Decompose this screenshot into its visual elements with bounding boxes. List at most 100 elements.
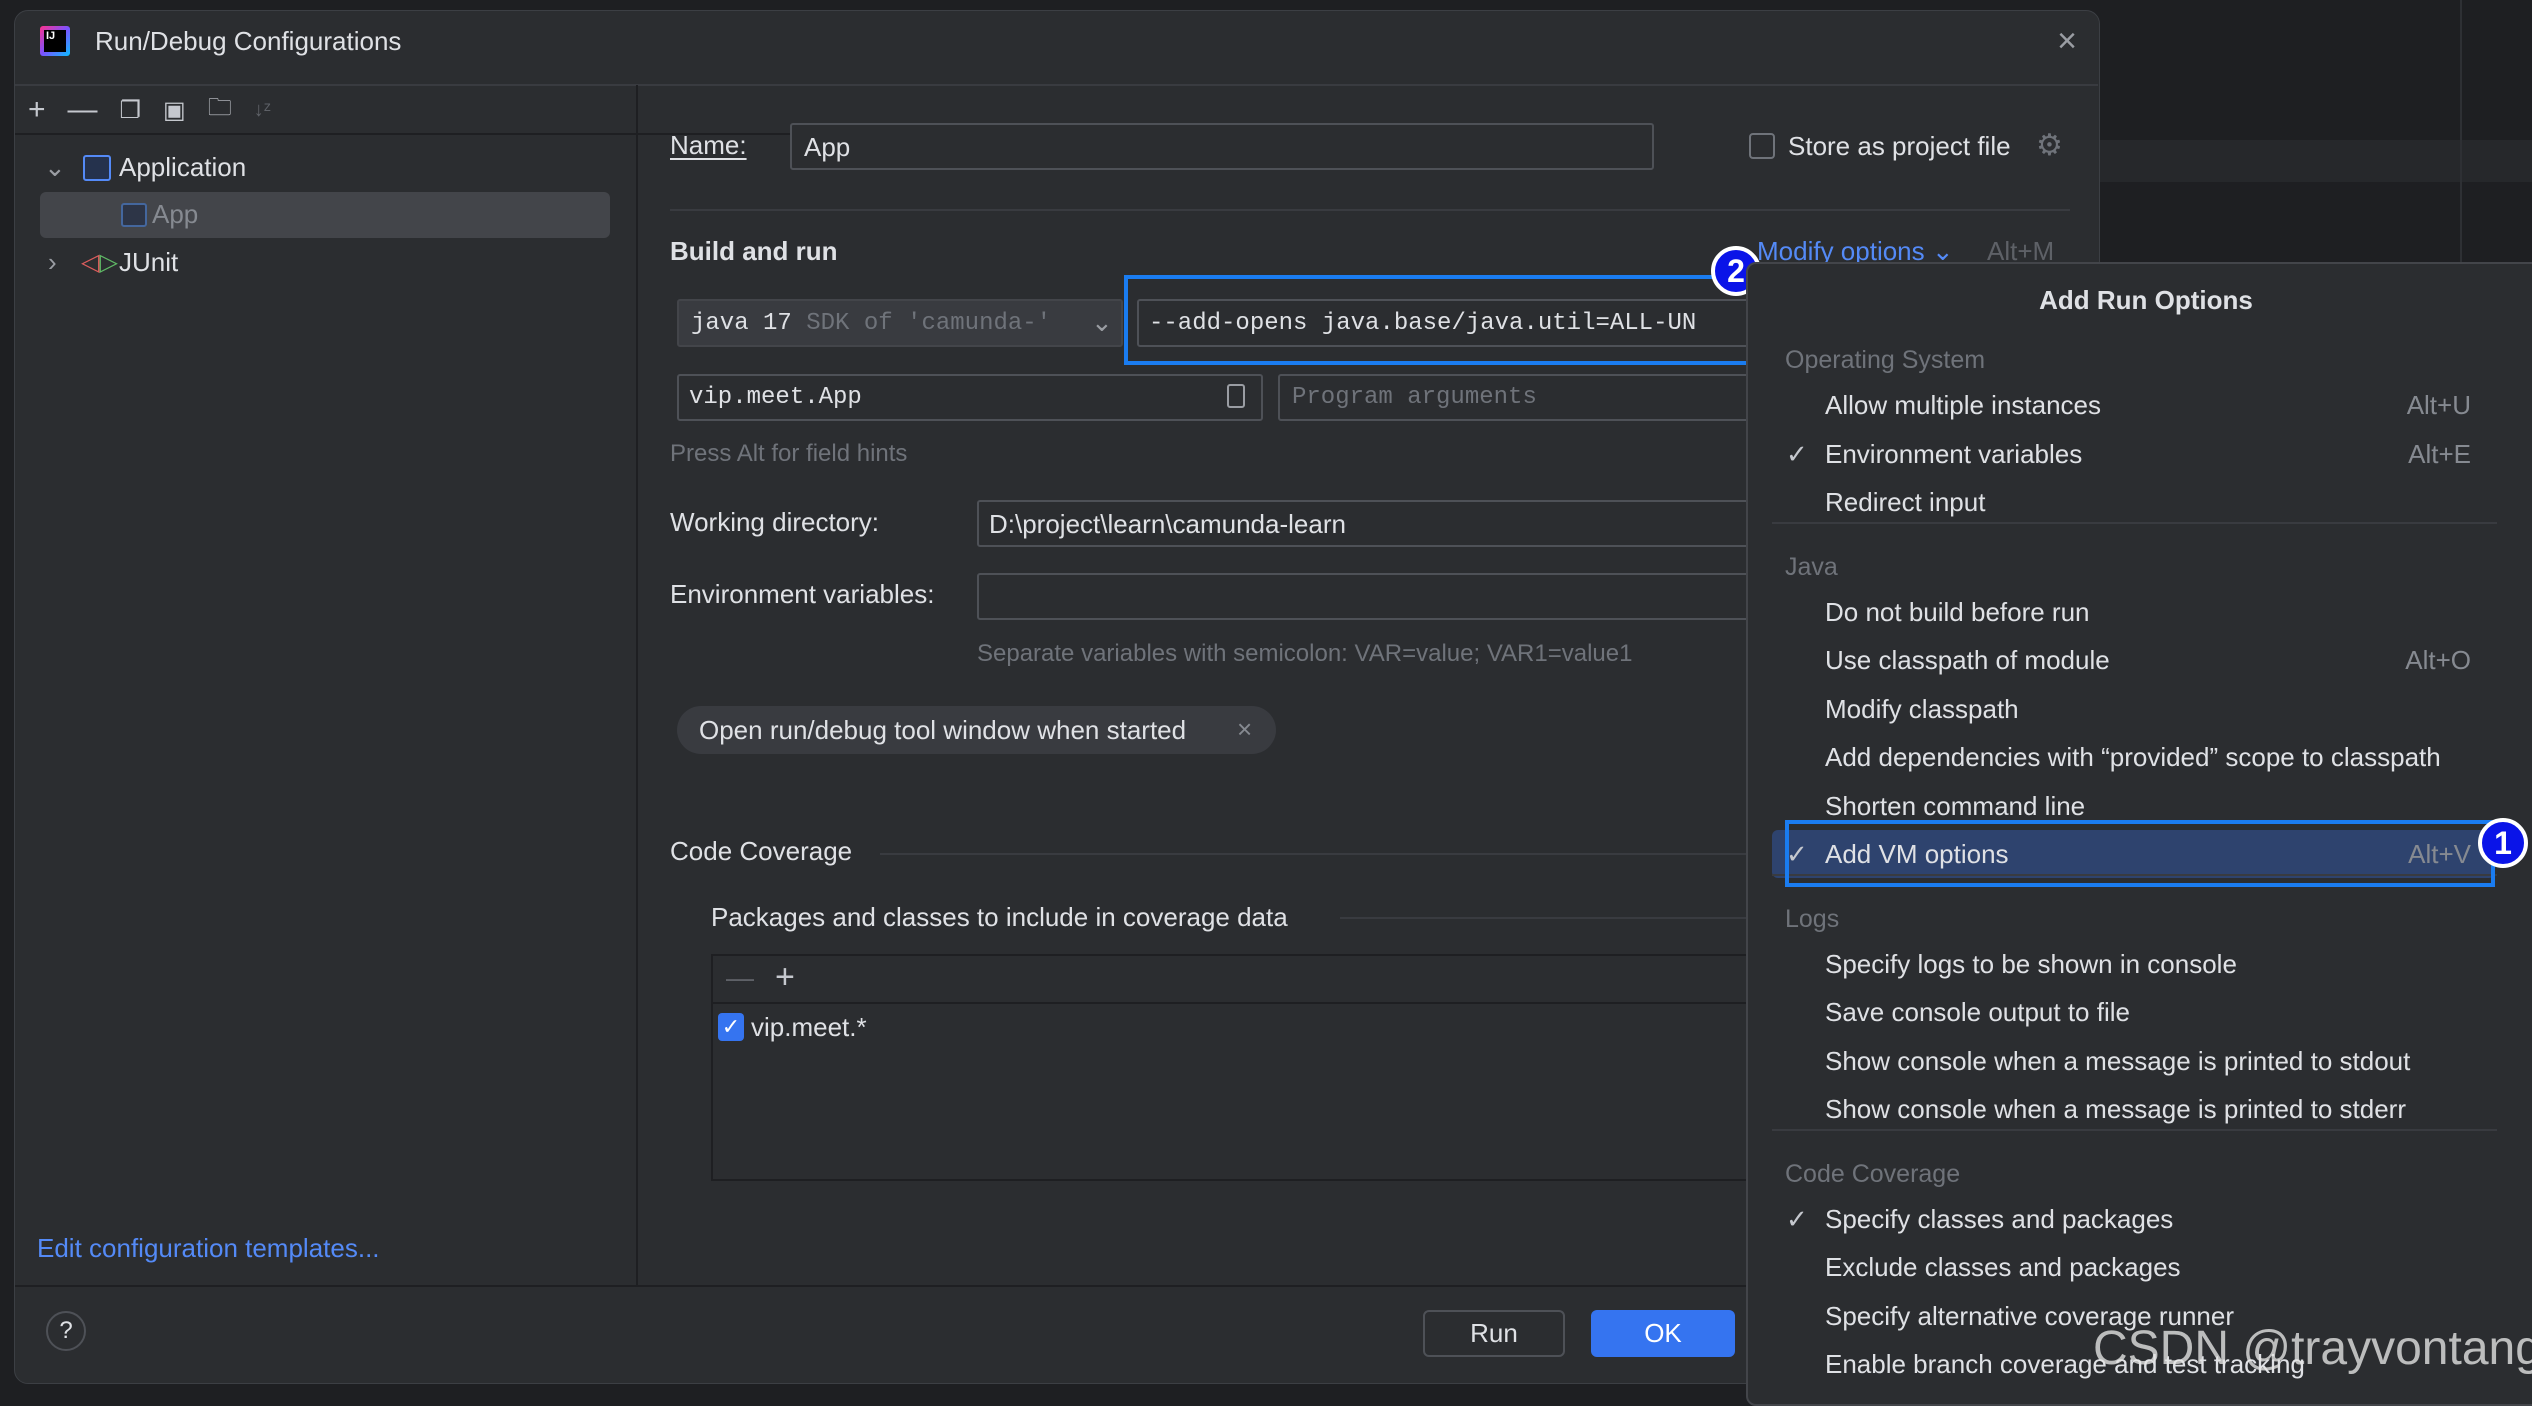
name-label: Name:	[670, 130, 747, 160]
help-button[interactable]: ?	[46, 1311, 86, 1351]
chevron-down-icon[interactable]: ⌄	[44, 152, 66, 182]
annotation-box-2	[1124, 275, 1758, 365]
menu-item[interactable]: Show console when a message is printed t…	[1772, 1037, 2495, 1085]
alt-hint: Press Alt for field hints	[670, 440, 908, 467]
gear-icon[interactable]: ⚙	[2036, 128, 2063, 163]
title-divider	[15, 84, 2098, 86]
edit-templates-link[interactable]: Edit configuration templates...	[37, 1233, 380, 1263]
menu-item[interactable]: Do not build before run	[1772, 588, 2495, 636]
menu-item[interactable]: Save console output to file	[1772, 988, 2495, 1036]
package-checkbox[interactable]: ✓	[718, 1013, 744, 1041]
copy-icon[interactable]: ❐	[120, 96, 142, 125]
main-class-input[interactable]: vip.meet.App	[677, 374, 1263, 421]
run-button[interactable]: Run	[1423, 1310, 1565, 1357]
menu-item[interactable]: Modify classpath	[1772, 685, 2495, 733]
menu-separator	[1772, 521, 2497, 524]
background-divider	[2460, 0, 2462, 262]
checkmark-icon: ✓	[1786, 438, 1808, 469]
form-divider	[670, 209, 2070, 211]
menu-item-label: Show console when a message is printed t…	[1825, 1045, 2411, 1076]
menu-item[interactable]: ✓ Specify classes and packages	[1772, 1195, 2495, 1243]
packages-table	[711, 954, 1751, 1181]
menu-item[interactable]: Exclude classes and packages	[1772, 1243, 2495, 1291]
menu-item-label: Use classpath of module	[1825, 645, 2110, 675]
jdk-combobox[interactable]: java 17 SDK of 'camunda-' ⌄	[677, 299, 1123, 347]
menu-separator	[1772, 1128, 2497, 1131]
intellij-logo-icon: IJ	[40, 26, 70, 56]
menu-item[interactable]: ✓ Environment variables Alt+E	[1772, 430, 2495, 478]
program-arguments-input[interactable]: Program arguments	[1278, 374, 1749, 421]
sidebar-toolbar: + — ❐ ▣ 🗀 ↓ᶻ	[28, 92, 328, 128]
save-icon[interactable]: ▣	[163, 96, 186, 125]
menu-item-label: Add dependencies with “provided” scope t…	[1825, 742, 2441, 772]
remove-icon[interactable]: —	[68, 93, 98, 127]
sort-icon: ↓ᶻ	[253, 98, 271, 121]
ok-button[interactable]: OK	[1591, 1310, 1735, 1357]
menu-item[interactable]: Allow multiple instances Alt+U	[1772, 381, 2495, 429]
sidebar-divider	[636, 85, 638, 1286]
open-tool-window-chip[interactable]: Open run/debug tool window when started …	[677, 706, 1276, 754]
menu-item-label: Exclude classes and packages	[1825, 1252, 2181, 1282]
build-run-title: Build and run	[670, 236, 838, 266]
menu-item-label: Allow multiple instances	[1825, 390, 2102, 420]
menu-item-label: Show console when a message is printed t…	[1825, 1094, 2406, 1124]
background-editor-band	[2098, 140, 2532, 182]
application-icon	[121, 203, 147, 227]
menu-item-shortcut: Alt+O	[2405, 645, 2471, 675]
menu-item[interactable]: Add dependencies with “provided” scope t…	[1772, 733, 2495, 781]
packages-toolbar-divider	[712, 1002, 1750, 1004]
chevron-down-icon: ⌄	[1091, 307, 1113, 337]
menu-section-header: Logs	[1785, 904, 1840, 933]
junit-icon: ◁▷	[81, 249, 118, 276]
store-project-label[interactable]: Store as project file	[1788, 131, 2011, 161]
add-pattern-icon[interactable]: +	[775, 958, 795, 997]
annotation-box-1	[1785, 820, 2495, 887]
annotation-badge-1: 1	[2478, 818, 2528, 868]
watermark: CSDN @trayvontang	[2093, 1322, 2532, 1375]
menu-item-label: Specify logs to be shown in console	[1825, 948, 2237, 979]
packages-label: Packages and classes to include in cover…	[711, 902, 1288, 932]
tree-item-application[interactable]: Application	[119, 152, 246, 182]
code-coverage-title: Code Coverage	[670, 836, 853, 866]
menu-section-header: Java	[1785, 552, 1838, 581]
working-directory-input[interactable]: D:\project\learn\camunda-learn	[977, 500, 1749, 547]
remove-icon: —	[726, 962, 754, 993]
menu-item-label: Save console output to file	[1825, 997, 2130, 1027]
menu-item-label: Modify classpath	[1825, 693, 2019, 724]
environment-variables-input[interactable]	[977, 573, 1749, 620]
menu-item[interactable]: Show console when a message is printed t…	[1772, 1085, 2495, 1133]
menu-item-label: Redirect input	[1825, 487, 1986, 517]
packages-divider	[1340, 917, 1750, 919]
menu-item[interactable]: Use classpath of module Alt+O	[1772, 636, 2495, 684]
menu-item[interactable]: Specify logs to be shown in console	[1772, 940, 2495, 988]
new-folder-icon[interactable]: 🗀	[208, 90, 232, 131]
working-directory-label: Working directory:	[670, 507, 880, 537]
environment-variables-hint: Separate variables with semicolon: VAR=v…	[977, 640, 1633, 667]
name-input[interactable]: App	[790, 123, 1654, 170]
menu-item-label: Do not build before run	[1825, 596, 2090, 627]
package-item[interactable]: vip.meet.*	[751, 1012, 867, 1042]
menu-item-label: Shorten command line	[1825, 790, 2086, 821]
environment-variables-label: Environment variables:	[670, 579, 935, 609]
tree-item-app[interactable]: App	[152, 199, 198, 229]
checkmark-icon: ✓	[1786, 1203, 1808, 1234]
application-icon	[83, 155, 111, 181]
browse-class-icon[interactable]	[1227, 384, 1245, 408]
menu-section-header: Operating System	[1785, 346, 1986, 374]
close-icon[interactable]: ×	[2052, 24, 2082, 58]
menu-item-shortcut: Alt+U	[2406, 390, 2471, 420]
menu-section-header: Code Coverage	[1785, 1159, 1961, 1188]
menu-item-label: Specify classes and packages	[1825, 1203, 2174, 1234]
popup-title: Add Run Options	[2039, 285, 2253, 315]
chevron-right-icon[interactable]: ›	[48, 247, 57, 277]
menu-item[interactable]: Redirect input	[1772, 478, 2495, 526]
dialog-title: Run/Debug Configurations	[95, 26, 402, 56]
add-icon[interactable]: +	[28, 93, 46, 127]
chip-remove-icon[interactable]: ×	[1237, 714, 1252, 744]
menu-item-shortcut: Alt+E	[2408, 438, 2471, 469]
tree-item-junit[interactable]: JUnit	[119, 247, 178, 277]
toolbar-divider	[15, 133, 895, 135]
coverage-divider	[880, 853, 1750, 855]
store-project-checkbox[interactable]	[1749, 133, 1775, 159]
menu-item-label: Environment variables	[1825, 438, 2083, 469]
